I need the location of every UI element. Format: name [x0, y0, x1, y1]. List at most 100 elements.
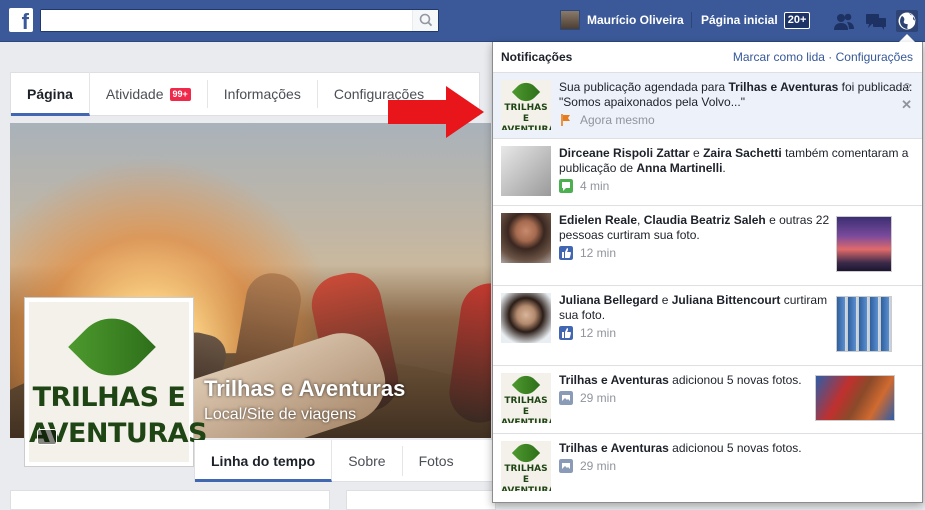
notification-time: 29 min [580, 459, 617, 473]
notification-item[interactable]: Juliana Bellegard e Juliana Bittencourt … [493, 286, 922, 366]
nav-divider [691, 12, 692, 28]
notification-text: Juliana Bellegard e Juliana Bittencourt … [559, 293, 834, 323]
photo-thumbnail[interactable] [836, 216, 892, 272]
facebook-logo-icon[interactable]: f [9, 8, 33, 32]
tab-linha-do-tempo[interactable]: Linha do tempo [195, 439, 333, 482]
text-part: adicionou 5 novas fotos. [668, 373, 802, 387]
tab-informacoes[interactable]: Informações [208, 80, 318, 108]
actor-name: Zaira Sachetti [703, 146, 782, 160]
thumb-logo-line: TRILHAS E [504, 396, 548, 417]
comment-icon [559, 179, 573, 193]
timeline-tabs: Linha do tempo Sobre Fotos [194, 439, 494, 482]
search-input[interactable] [41, 10, 411, 31]
notification-time: Agora mesmo [580, 113, 655, 127]
notification-item[interactable]: TRILHAS EAVENTURAS Sua publicação agenda… [493, 73, 922, 139]
notifications-title: Notificações [501, 50, 573, 64]
notifications-actions: Marcar como lida · Configurações [733, 50, 913, 64]
page-logo-thumb: TRILHAS EAVENTURAS [501, 441, 551, 491]
page-category[interactable]: Local/Site de viagens [204, 406, 356, 424]
notification-meta: Agora mesmo [559, 113, 914, 127]
like-icon [559, 326, 573, 340]
tab-label: Atividade [105, 86, 164, 102]
actor-name: Dirceane Rispoli Zattar [559, 146, 690, 160]
thumb-logo-text: TRILHAS EAVENTURAS [501, 396, 551, 423]
thumb-logo-line: AVENTURAS [501, 125, 551, 130]
thumb-logo-line: AVENTURAS [501, 486, 551, 491]
mark-all-read-link[interactable]: Marcar como lida [733, 50, 825, 64]
thumb-logo-line: TRILHAS E [504, 464, 548, 485]
notification-item[interactable]: Dirceane Rispoli Zattar e Zaira Sachetti… [493, 139, 922, 206]
tab-atividade[interactable]: Atividade 99+ [90, 80, 208, 108]
close-icon[interactable]: ✕ [901, 97, 912, 113]
text-part: adicionou 5 novas fotos. [668, 441, 802, 455]
actor-avatar [501, 213, 551, 263]
page-title[interactable]: Trilhas e Aventuras [204, 376, 405, 402]
notification-item[interactable]: Edielen Reale, Claudia Beatriz Saleh e o… [493, 206, 922, 286]
notification-settings-link[interactable]: Configurações [836, 50, 913, 64]
notifications-dropdown: Notificações Marcar como lida · Configur… [492, 42, 923, 503]
profile-link[interactable]: Maurício Oliveira [560, 10, 684, 30]
photo-icon [559, 391, 573, 405]
actor-name: Trilhas e Aventuras [559, 441, 669, 455]
actor-name: Trilhas e Aventuras [559, 373, 669, 387]
page-logo-thumb: TRILHAS EAVENTURAS [501, 80, 551, 130]
notification-text: Trilhas e Aventuras adicionou 5 novas fo… [559, 441, 914, 456]
tab-label: Página [27, 86, 73, 102]
actor-avatar [501, 146, 551, 196]
top-bar: f Maurício Oliveira Página inicial 20+ [0, 0, 925, 42]
tab-label: Informações [223, 86, 301, 102]
actor-name: Edielen Reale [559, 213, 638, 227]
home-label: Página inicial [701, 13, 778, 27]
content-card [10, 490, 330, 510]
notification-time: 29 min [580, 391, 617, 405]
thumb-logo-text: TRILHAS EAVENTURAS [501, 464, 551, 491]
notification-text: Dirceane Rispoli Zattar e Zaira Sachetti… [559, 146, 914, 176]
search-button[interactable] [412, 10, 438, 31]
text-part: e [658, 293, 672, 307]
like-icon [559, 246, 573, 260]
notification-meta: 4 min [559, 179, 914, 193]
notification-time: 12 min [580, 326, 617, 340]
page-logo-thumb: TRILHAS EAVENTURAS [501, 373, 551, 423]
cover-boot [445, 279, 491, 427]
text-part: e [689, 146, 704, 160]
home-count-badge: 20+ [783, 11, 811, 29]
notifications-globe-icon[interactable] [896, 10, 918, 32]
photo-thumbnail[interactable] [836, 296, 892, 352]
photo-icon [559, 459, 573, 473]
notification-time: 4 min [580, 179, 610, 193]
actor-name: Juliana Bellegard [559, 293, 659, 307]
actor-avatar [501, 293, 551, 343]
flag-icon [561, 114, 570, 126]
photo-thumbnail[interactable] [815, 375, 895, 421]
notification-item[interactable]: TRILHAS EAVENTURAS Trilhas e Aventuras a… [493, 366, 922, 434]
red-arrow-annotation [388, 86, 484, 138]
tab-fotos[interactable]: Fotos [403, 446, 470, 476]
avatar [560, 10, 580, 30]
friend-requests-icon[interactable] [833, 10, 855, 32]
dropdown-pointer [899, 34, 915, 42]
user-name: Maurício Oliveira [587, 13, 684, 27]
notification-time: 12 min [580, 246, 617, 260]
notification-item[interactable]: TRILHAS EAVENTURAS Trilhas e Aventuras a… [493, 434, 922, 502]
tab-sobre[interactable]: Sobre [332, 445, 403, 476]
activity-count-badge: 99+ [169, 87, 191, 101]
notification-meta: 29 min [559, 459, 914, 473]
text-part: . [722, 161, 726, 175]
notification-text: Sua publicação agendada para Trilhas e A… [559, 80, 914, 110]
home-link[interactable]: Página inicial 20+ [701, 10, 811, 30]
actor-name: Anna Martinelli [636, 161, 723, 175]
messages-icon[interactable] [865, 10, 887, 32]
camera-icon[interactable] [37, 429, 57, 445]
search-icon [419, 13, 433, 27]
thumb-logo-line: TRILHAS E [504, 103, 548, 124]
notifications-header: Notificações Marcar como lida · Configur… [493, 42, 922, 73]
actor-name: Juliana Bittencourt [671, 293, 781, 307]
tab-pagina[interactable]: Página [11, 72, 90, 116]
text-part: , [637, 213, 644, 227]
thumb-logo-line: AVENTURAS [501, 418, 551, 423]
text-part: Sua publicação agendada para [559, 80, 729, 94]
separator: · [828, 50, 833, 64]
content-card [346, 490, 496, 510]
mark-read-dot[interactable] [904, 83, 910, 89]
